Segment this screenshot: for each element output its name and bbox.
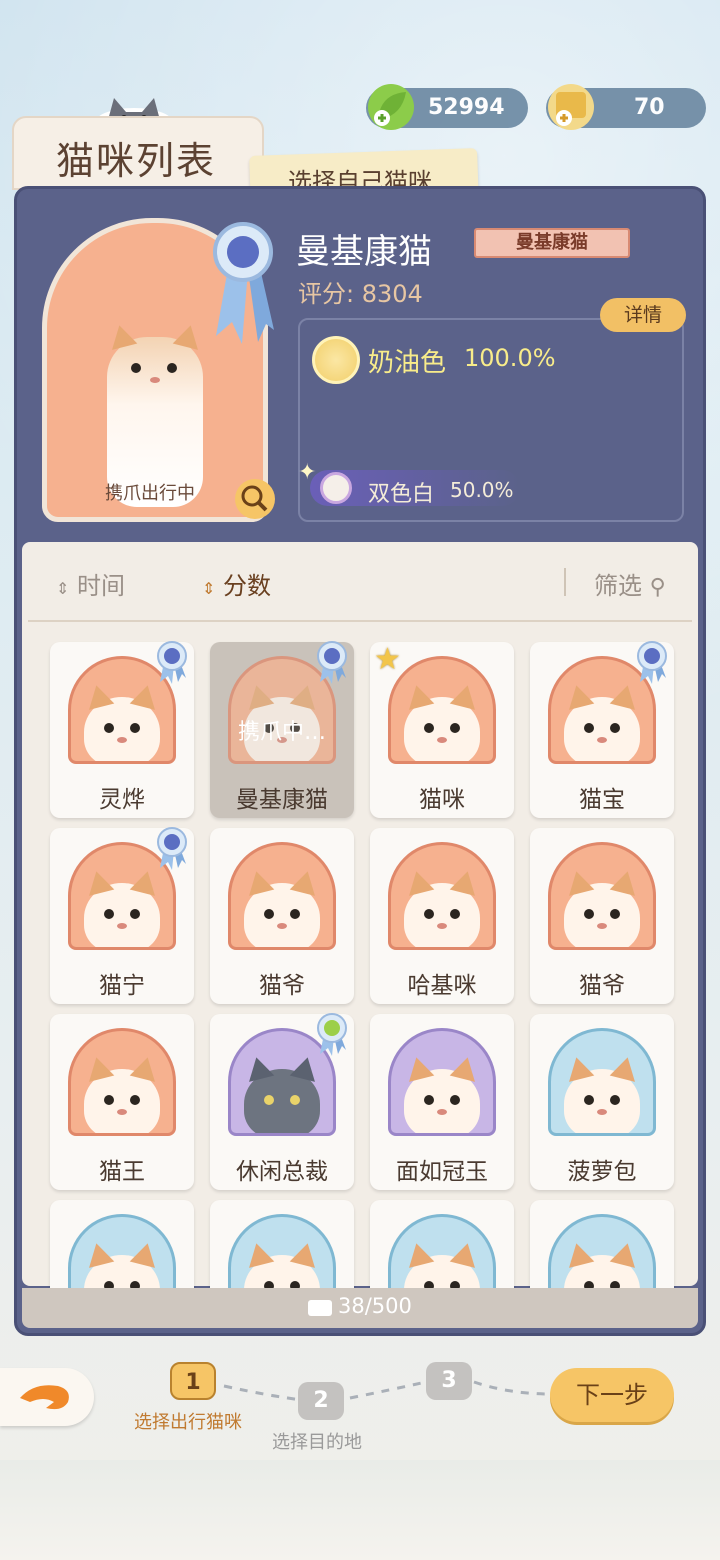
sparkle-icon: ✦ [298,460,317,485]
filter-button[interactable]: 筛选 ⚲ [594,566,666,601]
step-1-badge: 1 [170,1362,216,1400]
sort-arrows-icon: ⇕ [202,579,216,598]
cat-card[interactable] [530,1200,674,1290]
cat-card[interactable] [50,1200,194,1290]
cat-card[interactable]: 哈基咪 [370,828,514,1004]
cat-card-name: 猫爷 [259,973,305,999]
cat-avatar [68,1028,176,1136]
back-button[interactable] [0,1368,94,1426]
outing-status: 携爪出行中 [105,483,195,504]
breed-tag: 曼基康猫 [474,228,630,258]
cat-card-name: 曼基康猫 [236,787,328,813]
cat-card[interactable]: 猫王 [50,1014,194,1190]
selected-cat-score: 评分: 8304 [298,280,423,308]
cat-card-name: 猫宝 [579,787,625,813]
outing-overlay-label: 携爪中… [237,720,326,745]
filter-label: 筛选 [594,572,642,600]
sort-time-label: 时间 [77,572,126,600]
cat-card[interactable]: 猫爷 [530,828,674,1004]
cat-card[interactable]: 灵烨 [50,640,194,818]
gene-1-percent: 100.0% [464,344,556,372]
ribbon-badge-icon [314,640,350,684]
gene-1-name: 奶油色 [368,348,447,378]
cat-card[interactable]: 猫宝 [530,640,674,818]
cat-card[interactable] [370,1200,514,1290]
list-divider [28,620,692,622]
back-arrow-icon [20,1385,69,1410]
step-2-label: 选择目的地 [272,1432,362,1453]
cat-card-name: 猫咪 [419,787,465,813]
cat-avatar [68,1214,176,1290]
step-1-label: 选择出行猫咪 [134,1412,242,1433]
cat-avatar [388,1028,496,1136]
cat-avatar [228,1214,336,1290]
detail-button[interactable]: 详情 [600,298,686,332]
ribbon-badge-icon [314,1012,350,1056]
cat-avatar [388,656,496,764]
cat-card[interactable]: 面如冠玉 [370,1014,514,1190]
step-3-badge: 3 [426,1362,472,1400]
sort-arrows-icon: ⇕ [56,579,70,598]
cat-avatar [548,1028,656,1136]
cat-card-name: 猫王 [99,1159,145,1185]
ticket-add-icon[interactable] [548,84,594,130]
cat-card-name: 面如冠玉 [396,1159,488,1185]
step-path-dashes [223,1380,551,1402]
cat-card-name: 菠萝包 [567,1159,637,1185]
page-title: 猫咪列表 [56,139,217,183]
ribbon-badge-icon [154,640,190,684]
cat-card[interactable]: 休闲总裁 [210,1012,354,1190]
next-step-button[interactable]: 下一步 [550,1368,674,1422]
gene-coat-icon [312,336,360,384]
cat-card[interactable]: 菠萝包 [530,1014,674,1190]
filter-icon: ⚲ [649,575,666,600]
background-ground [0,1460,720,1560]
cat-card[interactable] [210,1200,354,1290]
ribbon-medal-icon [208,218,278,348]
cat-avatar [388,1214,496,1290]
cat-card-name: 休闲总裁 [236,1159,328,1185]
ribbon-badge-icon [634,640,670,684]
cat-avatar [548,842,656,950]
cat-card-name: 猫宁 [99,973,145,999]
cat-card[interactable]: 猫宁 [50,826,194,1004]
gene-2-percent: 50.0% [450,478,514,502]
sort-by-score[interactable]: ⇕ 分数 [202,566,271,601]
cat-avatar [228,842,336,950]
cat-card-name: 灵烨 [99,787,145,813]
capacity-bar: 38/500 [22,1288,698,1328]
ribbon-badge-icon [154,826,190,870]
cat-card-name: 哈基咪 [407,973,477,999]
leaf-amount: 52994 [428,95,505,120]
sort-score-label: 分数 [223,572,272,600]
step-2-badge: 2 [298,1382,344,1420]
leaf-add-icon[interactable] [368,84,414,130]
cat-card-name: 猫爷 [579,973,625,999]
sort-separator [564,568,566,596]
magnify-icon[interactable] [234,478,276,520]
gene-2-name: 双色白 [368,482,435,507]
ticket-amount: 70 [634,95,665,120]
cat-card[interactable]: 携爪中… 曼基康猫 [210,640,354,818]
cat-avatar [548,1214,656,1290]
sort-by-time[interactable]: ⇕ 时间 [56,566,125,601]
mail-icon [308,1300,332,1316]
cat-card[interactable]: ★ 猫咪 [370,642,514,818]
capacity-count: 38/500 [338,1294,412,1318]
gene-white-icon [320,472,352,504]
cat-avatar [388,842,496,950]
star-icon: ★ [374,642,401,677]
selected-cat-name: 曼基康猫 [296,232,432,272]
cat-card[interactable]: 猫爷 [210,828,354,1004]
